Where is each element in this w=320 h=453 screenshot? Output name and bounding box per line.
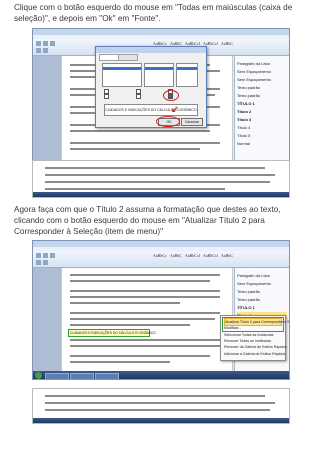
effect-checkbox[interactable] — [136, 94, 141, 99]
document-page: CUIDADOS E INDICAÇÕES DO CÁLCULO ECONÔMI… — [61, 268, 233, 371]
screenshot-update-style: AaBbCc AaBbC AaBbCcI AaBbCcl AaBbC CUIDA… — [32, 240, 290, 380]
style-list[interactable] — [144, 63, 174, 87]
style-item[interactable]: Texto padrão — [237, 84, 287, 91]
ribbon-style[interactable]: AaBbCcl — [203, 253, 218, 258]
cancel-button[interactable]: Cancelar — [181, 118, 203, 126]
taskbar — [33, 192, 289, 197]
menu-item-modify[interactable]: Modificar... — [224, 325, 282, 331]
style-item[interactable]: Texto padrão — [237, 92, 287, 99]
annotation-circle — [163, 90, 179, 101]
size-list[interactable] — [176, 63, 198, 87]
dialog-titlebar — [96, 47, 206, 53]
dialog-tab[interactable] — [118, 54, 138, 61]
ribbon-style[interactable]: AaBbC — [221, 41, 233, 46]
effect-checkbox[interactable] — [104, 94, 109, 99]
taskbar — [33, 371, 289, 379]
start-button[interactable] — [35, 371, 42, 379]
style-item[interactable]: Parágrafo da Lista — [237, 272, 287, 279]
document-excerpt — [32, 160, 290, 198]
style-item[interactable]: TÍTULO 1 — [237, 304, 287, 311]
font-preview: CUIDADOS E INDICAÇÕES DO CÁLCULO ECONÔMI… — [104, 104, 198, 116]
styles-pane: Parágrafo da Lista Sem Espaçamento Sem E… — [234, 56, 289, 161]
instruction-text-2: Agora faça com que o Título 2 assuma a f… — [14, 205, 281, 236]
ribbon-icons — [36, 253, 58, 265]
ribbon-style[interactable]: AaBbC — [221, 253, 233, 258]
style-item[interactable]: Normal — [237, 140, 287, 147]
style-item[interactable]: Parágrafo da Lista — [237, 60, 287, 67]
style-item[interactable]: Sem Espaçamento — [237, 68, 287, 75]
annotation-arrow-icon: ↙ — [171, 104, 179, 114]
document-excerpt — [32, 388, 290, 424]
style-item[interactable]: Título 3 — [237, 116, 287, 123]
selected-heading[interactable]: CUIDADOS E INDICAÇÕES DO CÁLCULO ECONÔMI… — [68, 329, 156, 337]
style-item[interactable]: Título 2 — [237, 108, 287, 115]
screenshot-font-dialog: AaBbCc AaBbC AaBbCcI AaBbCcl AaBbC Parág… — [32, 28, 290, 170]
style-item[interactable]: Título 5 — [237, 132, 287, 139]
ribbon: AaBbCc AaBbC AaBbCcI AaBbCcl AaBbC — [33, 251, 289, 268]
style-item[interactable]: Texto padrão — [237, 288, 287, 295]
font-list[interactable] — [102, 63, 142, 87]
style-item[interactable]: Título 4 — [237, 124, 287, 131]
ribbon-icons — [36, 41, 58, 53]
document-area: CUIDADOS E INDICAÇÕES DO CÁLCULO ECONÔMI… — [33, 268, 233, 371]
taskbar — [33, 418, 289, 423]
instruction-text-1: Clique com o botão esquerdo do mouse em … — [14, 3, 293, 23]
ribbon-style[interactable]: AaBbC — [170, 253, 182, 258]
ribbon-style[interactable]: AaBbCcI — [185, 253, 200, 258]
font-dialog: CUIDADOS E INDICAÇÕES DO CÁLCULO ECONÔMI… — [95, 46, 207, 128]
taskbar-button[interactable] — [70, 372, 94, 379]
ribbon-style[interactable]: AaBbCc — [153, 253, 167, 258]
annotation-circle — [156, 116, 180, 127]
heading-text: CUIDADOS E INDICAÇÕES DO CÁLCULO ECONÔMI… — [70, 331, 156, 335]
dialog-tab[interactable] — [99, 54, 119, 61]
taskbar-button[interactable] — [45, 372, 69, 379]
style-context-menu: Atualizar Título 2 para Corresponder à S… — [220, 315, 289, 361]
style-item[interactable]: Sem Espaçamento — [237, 76, 287, 83]
style-item[interactable]: Sem Espaçamento — [237, 280, 287, 287]
style-item[interactable]: TÍTULO 1 — [237, 100, 287, 107]
menu-item-add-gallery[interactable]: Adicionar à Galeria de Estilos Rápidos — [224, 351, 285, 357]
taskbar-button[interactable] — [95, 372, 119, 379]
menu-item-remove-gallery[interactable]: Remover da Galeria de Estilos Rápidos — [224, 344, 287, 350]
style-item[interactable]: Texto padrão — [237, 296, 287, 303]
